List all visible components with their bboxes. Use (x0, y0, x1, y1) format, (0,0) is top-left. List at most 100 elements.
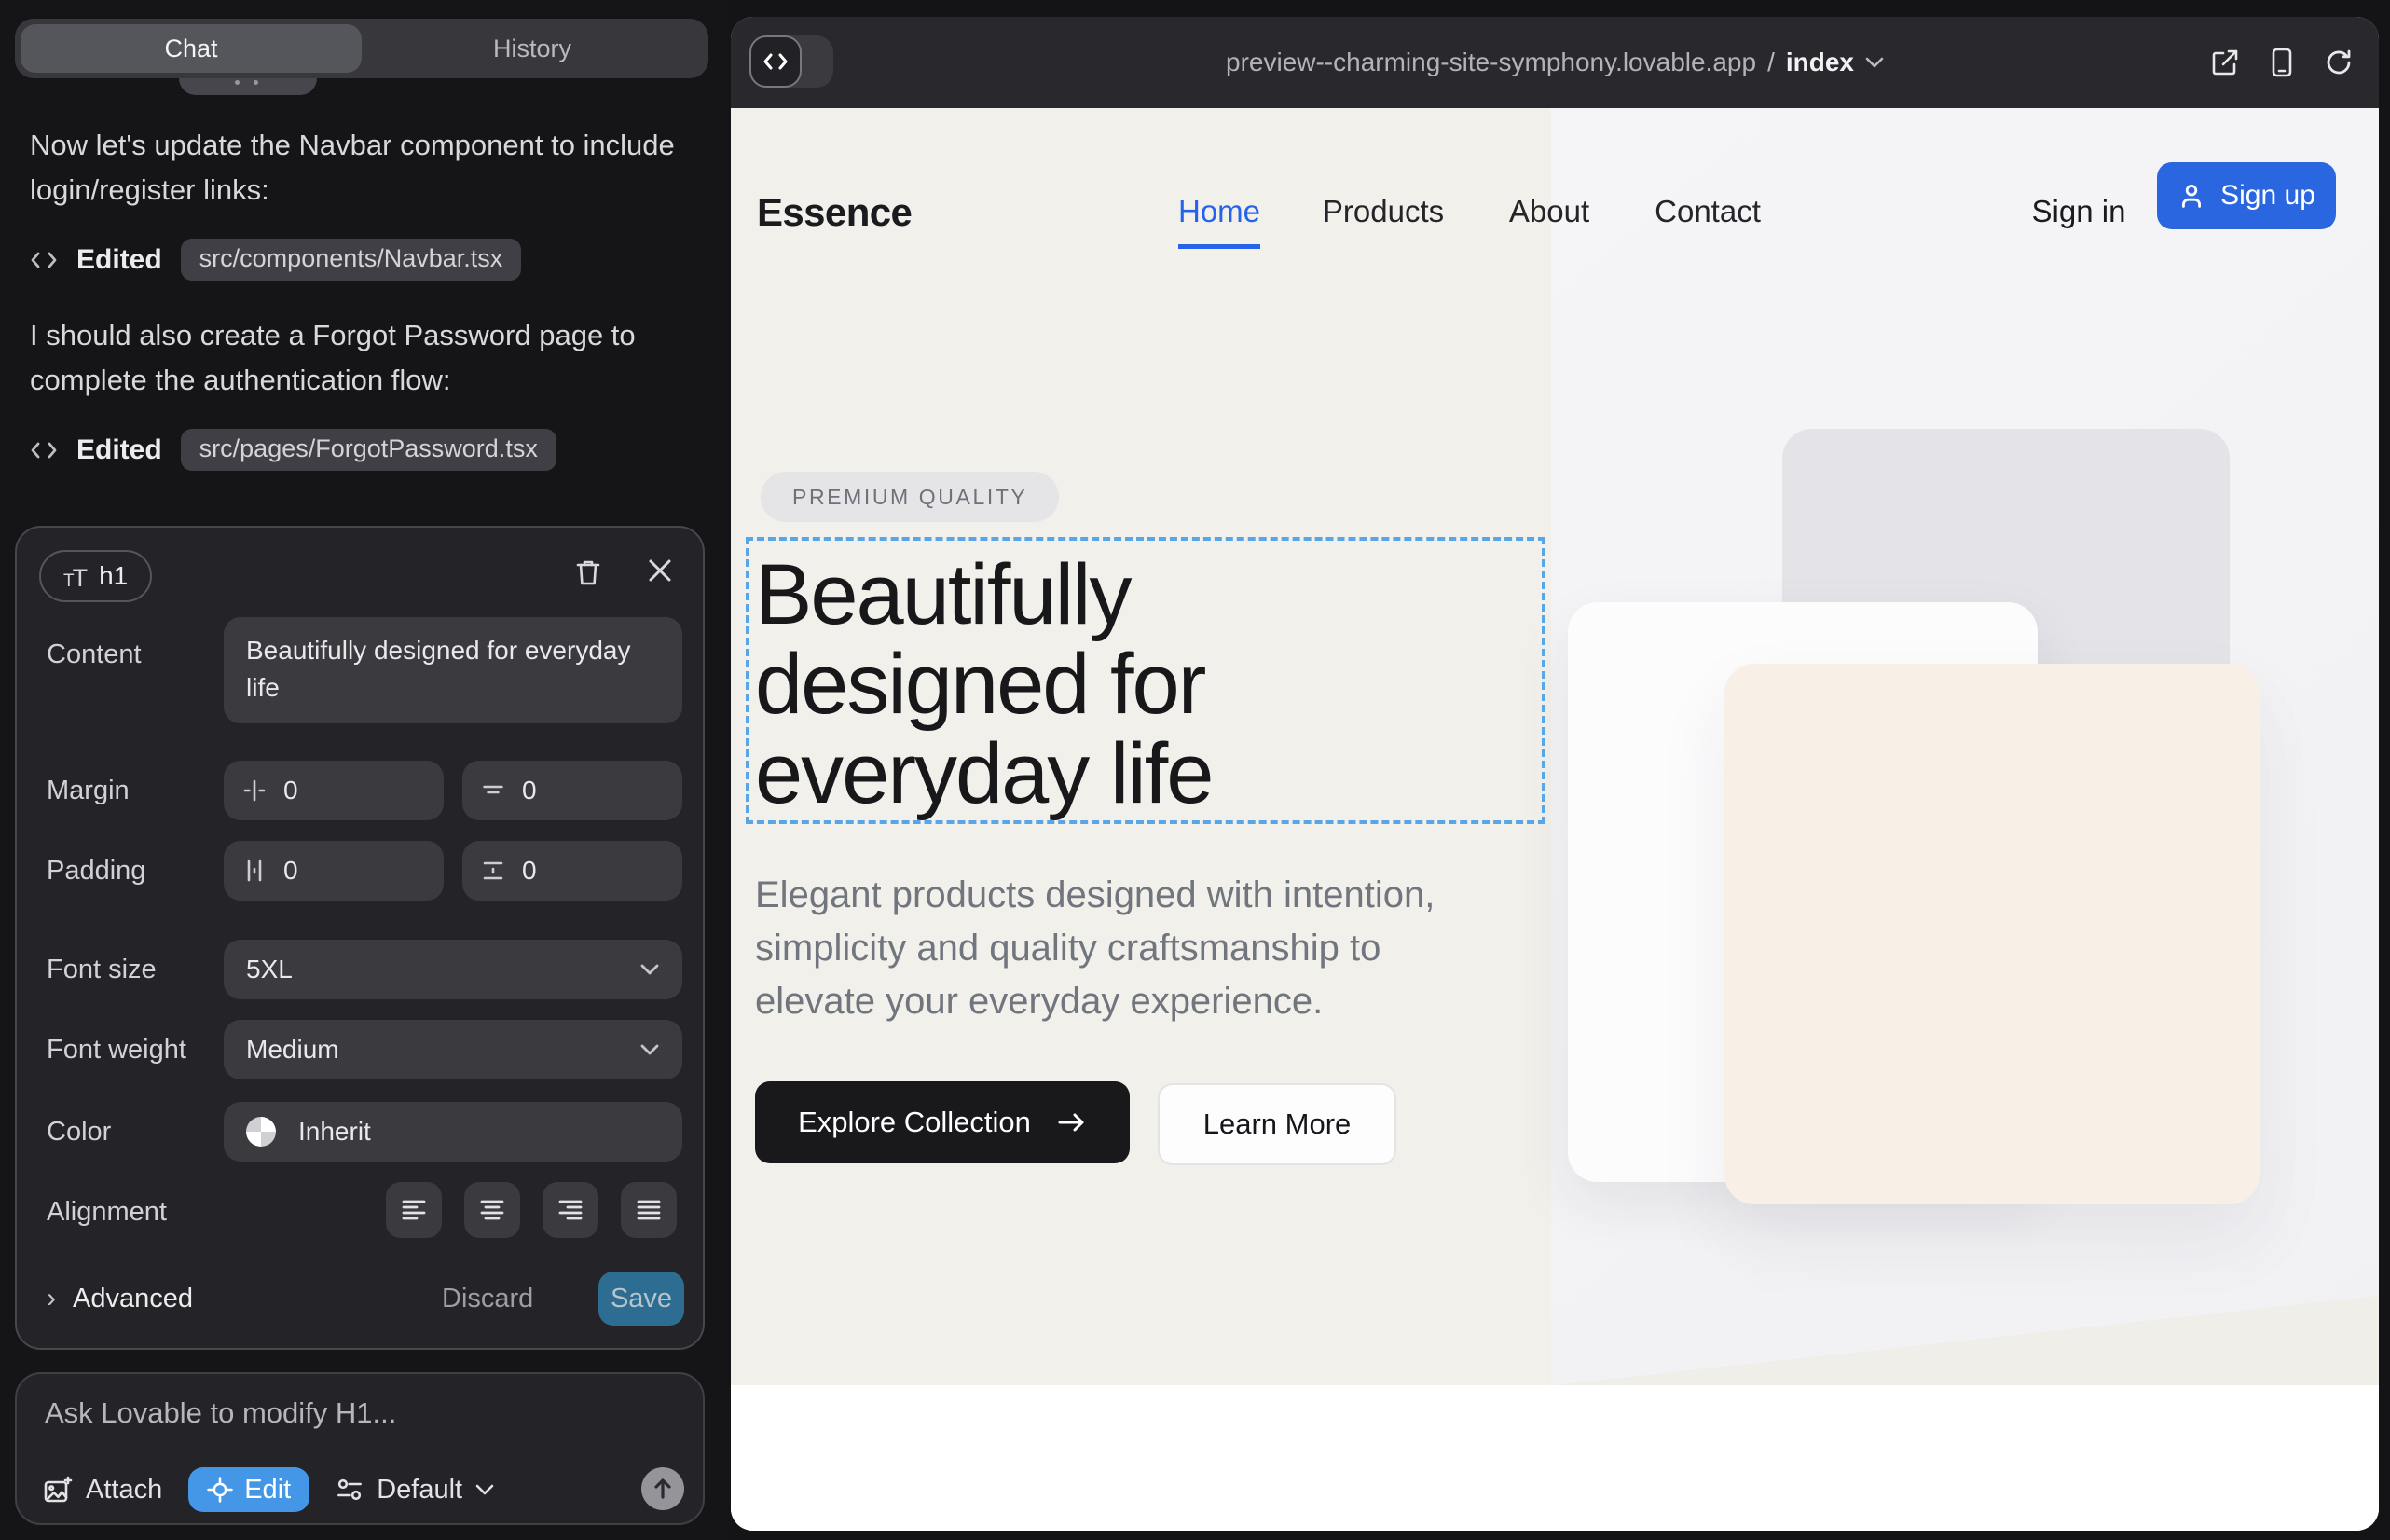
font-weight-select[interactable]: Medium (224, 1020, 682, 1079)
save-button[interactable]: Save (598, 1272, 684, 1326)
site-preview: Essence Home Products About Contact Sign… (731, 108, 2379, 1531)
align-center-icon (479, 1198, 505, 1222)
attach-image-icon (43, 1476, 73, 1504)
padding-y-value: 0 (522, 856, 537, 886)
font-size-select[interactable]: 5XL (224, 940, 682, 999)
padding-y-input[interactable]: 0 (462, 841, 682, 901)
chevron-right-icon: › (47, 1283, 56, 1314)
active-nav-underline (1178, 244, 1260, 249)
edited-file-row: Edited src/components/Navbar.tsx (30, 239, 521, 281)
edited-label: Edited (76, 434, 162, 466)
align-left-icon (401, 1198, 427, 1222)
content-input[interactable]: Beautifully designed for everyday life (224, 617, 682, 723)
margin-label: Margin (47, 776, 130, 806)
truncated-badge-fragment (179, 78, 317, 95)
edit-mode-button[interactable]: Edit (188, 1467, 309, 1512)
hero-heading-line: Beautifully (755, 550, 1212, 639)
chevron-down-icon (1865, 57, 1884, 68)
attach-button[interactable]: Attach (43, 1475, 162, 1506)
chat-message: I should also create a Forgot Password p… (30, 313, 701, 403)
nav-link-about[interactable]: About (1509, 194, 1589, 229)
url-host: preview--charming-site-symphony.lovable.… (1226, 48, 1756, 77)
trash-icon[interactable] (574, 557, 602, 587)
chat-sidebar: Chat History Now let's update the Navbar… (0, 0, 727, 1540)
align-right-icon (557, 1198, 584, 1222)
align-justify-icon (636, 1198, 662, 1222)
close-icon[interactable] (647, 557, 673, 584)
chat-message: Now let's update the Navbar component to… (30, 123, 701, 213)
arrow-right-icon (1057, 1111, 1087, 1134)
hero-heading-line: designed for (755, 639, 1212, 729)
nav-link-home[interactable]: Home (1178, 194, 1260, 229)
element-tag-label: h1 (99, 561, 128, 591)
padding-x-input[interactable]: 0 (224, 841, 444, 901)
default-mode-select[interactable]: Default (336, 1475, 494, 1506)
edited-file-badge[interactable]: src/pages/ForgotPassword.tsx (181, 429, 556, 471)
decor-cream-card (1724, 664, 2260, 1204)
text-size-icon: TT (63, 559, 86, 594)
hero-description: Elegant products designed with intention… (755, 869, 1508, 1028)
align-right-button[interactable] (543, 1182, 598, 1238)
target-icon (207, 1477, 233, 1503)
code-icon (30, 248, 58, 272)
preview-toolbar: preview--charming-site-symphony.lovable.… (731, 17, 2379, 108)
chevron-down-icon (475, 1484, 494, 1495)
alignment-label: Alignment (47, 1197, 167, 1228)
mobile-view-icon[interactable] (2271, 48, 2293, 77)
edit-label: Edit (244, 1475, 291, 1506)
font-weight-label: Font weight (47, 1035, 186, 1066)
sliders-icon (336, 1477, 364, 1503)
padding-y-icon (481, 859, 505, 883)
preview-toolbar-actions (2211, 17, 2353, 108)
edited-file-row: Edited src/pages/ForgotPassword.tsx (30, 429, 556, 471)
lovable-app: Chat History Now let's update the Navbar… (0, 0, 2390, 1540)
chat-input[interactable] (45, 1396, 660, 1430)
margin-x-icon (242, 778, 267, 803)
selected-element-chip: TT h1 (39, 550, 152, 602)
tab-history[interactable]: History (362, 24, 703, 73)
tab-chat[interactable]: Chat (21, 24, 362, 73)
align-center-button[interactable] (464, 1182, 520, 1238)
person-icon (2177, 182, 2205, 210)
send-button[interactable] (641, 1467, 684, 1510)
advanced-toggle[interactable]: › Advanced (47, 1272, 193, 1326)
advanced-label: Advanced (73, 1284, 193, 1314)
default-label: Default (377, 1475, 462, 1506)
sign-in-link[interactable]: Sign in (2032, 194, 2126, 229)
element-editor-panel: TT h1 Content Beautifully designed for e… (15, 526, 705, 1350)
font-size-label: Font size (47, 955, 157, 985)
hero-heading-line: everyday life (755, 729, 1212, 818)
content-label: Content (47, 639, 142, 670)
edited-file-badge[interactable]: src/components/Navbar.tsx (181, 239, 522, 281)
margin-x-input[interactable]: 0 (224, 761, 444, 820)
refresh-icon[interactable] (2325, 48, 2353, 76)
send-arrow-icon (652, 1478, 673, 1500)
color-select[interactable]: Inherit (224, 1102, 682, 1162)
open-external-icon[interactable] (2211, 48, 2239, 76)
code-icon (30, 438, 58, 462)
explore-label: Explore Collection (798, 1106, 1031, 1139)
discard-button[interactable]: Discard (442, 1272, 533, 1326)
sign-up-button[interactable]: Sign up (2157, 162, 2336, 229)
margin-y-input[interactable]: 0 (462, 761, 682, 820)
align-left-button[interactable] (386, 1182, 442, 1238)
chevron-down-icon (639, 1043, 660, 1056)
url-separator: / (1767, 48, 1775, 77)
margin-y-icon (481, 778, 505, 803)
padding-x-value: 0 (283, 856, 298, 886)
learn-more-button[interactable]: Learn More (1158, 1083, 1396, 1165)
preview-url[interactable]: preview--charming-site-symphony.lovable.… (731, 17, 2379, 108)
margin-y-value: 0 (522, 776, 537, 805)
nav-link-contact[interactable]: Contact (1655, 194, 1761, 229)
hero-heading[interactable]: Beautifully designed for everyday life (755, 550, 1212, 818)
padding-x-icon (242, 859, 267, 883)
nav-link-products[interactable]: Products (1323, 194, 1444, 229)
font-weight-value: Medium (246, 1035, 339, 1065)
margin-x-value: 0 (283, 776, 298, 805)
align-justify-button[interactable] (621, 1182, 677, 1238)
sign-up-label: Sign up (2220, 180, 2315, 212)
site-logo[interactable]: Essence (757, 190, 912, 235)
explore-collection-button[interactable]: Explore Collection (755, 1081, 1130, 1163)
premium-quality-badge: PREMIUM QUALITY (761, 472, 1059, 522)
diagonal-wedge (1551, 1296, 2379, 1385)
